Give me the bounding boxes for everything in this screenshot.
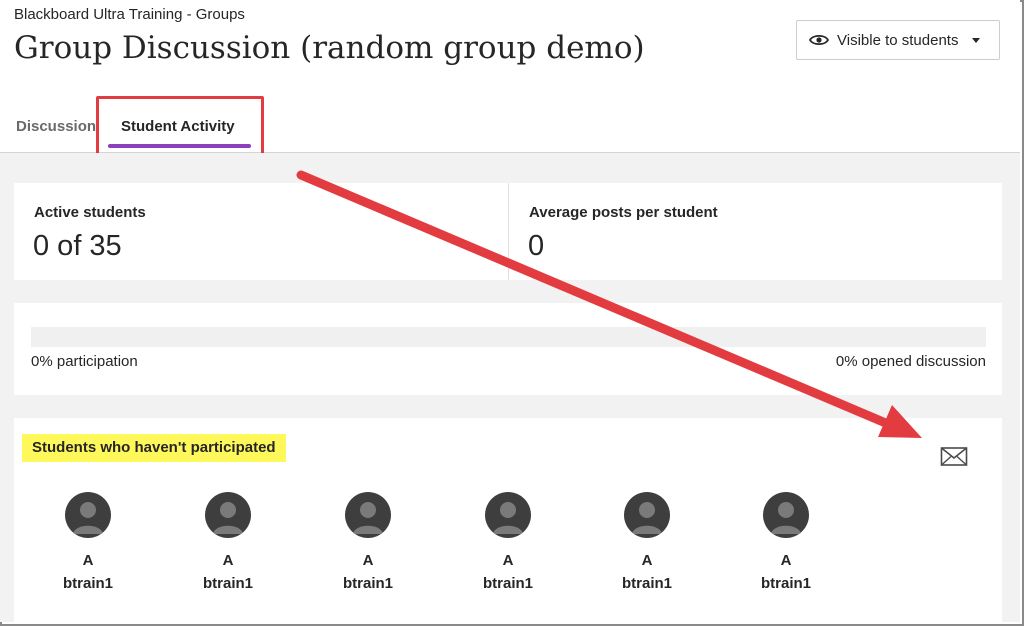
person-icon bbox=[771, 502, 801, 534]
stats-divider bbox=[508, 183, 509, 280]
avatar bbox=[763, 492, 809, 538]
student-last-name: btrain1 bbox=[342, 575, 393, 592]
breadcrumb[interactable]: Blackboard Ultra Training - Groups bbox=[14, 6, 245, 23]
visibility-dropdown[interactable]: Visible to students bbox=[796, 20, 1000, 60]
visibility-label: Visible to students bbox=[837, 31, 959, 49]
active-students-label: Active students bbox=[34, 204, 146, 221]
student-item[interactable]: Abtrain1 bbox=[599, 492, 695, 592]
participation-progress-bar bbox=[31, 327, 986, 347]
annotation-highlight-box bbox=[96, 96, 264, 158]
student-last-name: btrain1 bbox=[62, 575, 113, 592]
student-first-name: A bbox=[82, 552, 94, 569]
student-last-name: btrain1 bbox=[482, 575, 533, 592]
person-icon bbox=[73, 502, 103, 534]
student-first-name: A bbox=[641, 552, 653, 569]
avatar bbox=[65, 492, 111, 538]
student-item[interactable]: Abtrain1 bbox=[738, 492, 834, 592]
student-first-name: A bbox=[222, 552, 234, 569]
student-first-name: A bbox=[502, 552, 514, 569]
student-item[interactable]: Abtrain1 bbox=[40, 492, 136, 592]
person-icon bbox=[493, 502, 523, 534]
participation-card bbox=[14, 303, 1002, 395]
avatar bbox=[485, 492, 531, 538]
chevron-down-icon bbox=[972, 37, 981, 43]
student-item[interactable]: Abtrain1 bbox=[460, 492, 556, 592]
student-last-name: btrain1 bbox=[621, 575, 672, 592]
person-icon bbox=[632, 502, 662, 534]
person-icon bbox=[353, 502, 383, 534]
tab-discussion[interactable]: Discussion bbox=[16, 118, 96, 135]
eye-icon bbox=[809, 34, 829, 46]
page-header: Blackboard Ultra Training - Groups Group… bbox=[0, 0, 1020, 97]
participation-text: 0% participation bbox=[31, 353, 138, 370]
student-first-name: A bbox=[362, 552, 374, 569]
opened-discussion-text: 0% opened discussion bbox=[835, 353, 986, 370]
active-students-value: 0 of 35 bbox=[33, 230, 122, 262]
student-item[interactable]: Abtrain1 bbox=[320, 492, 416, 592]
avatar bbox=[345, 492, 391, 538]
student-last-name: btrain1 bbox=[202, 575, 253, 592]
student-first-name: A bbox=[780, 552, 792, 569]
person-icon bbox=[213, 502, 243, 534]
avatar bbox=[624, 492, 670, 538]
student-last-name: btrain1 bbox=[760, 575, 811, 592]
page-title: Group Discussion (random group demo) bbox=[14, 30, 645, 66]
avatar bbox=[205, 492, 251, 538]
avg-posts-label: Average posts per student bbox=[529, 204, 718, 221]
non-participants-heading: Students who haven't participated bbox=[22, 434, 286, 462]
envelope-icon[interactable] bbox=[940, 446, 968, 468]
student-item[interactable]: Abtrain1 bbox=[180, 492, 276, 592]
avg-posts-value: 0 bbox=[528, 230, 545, 262]
